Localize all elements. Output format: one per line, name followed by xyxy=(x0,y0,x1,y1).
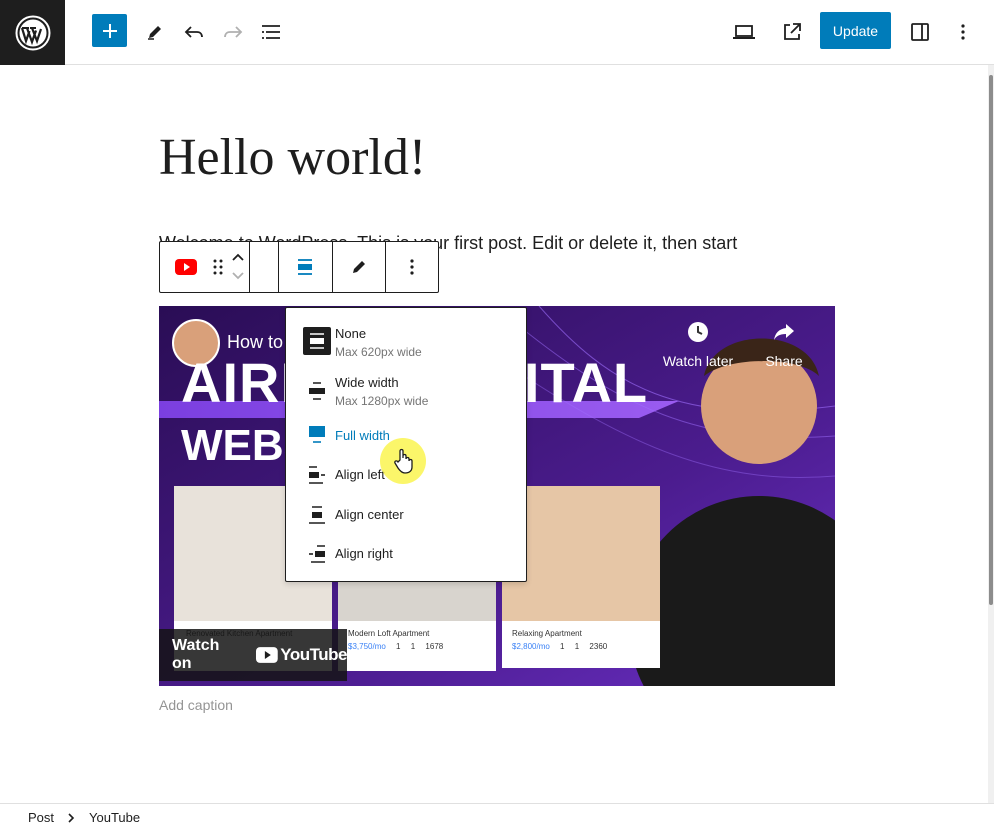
align-option-label: None xyxy=(335,326,367,341)
redo-icon xyxy=(224,26,243,38)
drag-handle[interactable] xyxy=(213,258,223,281)
listing-baths: 1 xyxy=(574,642,580,651)
hand-cursor-icon xyxy=(394,448,413,474)
chevron-down-icon xyxy=(232,272,244,280)
listing-price: $2,800/mo xyxy=(512,642,550,651)
align-left-icon xyxy=(309,466,325,484)
sidebar-icon xyxy=(911,23,929,41)
align-option-none[interactable]: None Max 620px wide xyxy=(286,326,526,366)
desktop-icon xyxy=(733,25,755,39)
watch-later-label: Watch later xyxy=(662,353,734,369)
align-wide-icon xyxy=(309,382,325,400)
settings-sidebar-button[interactable] xyxy=(902,14,938,50)
view-post-button[interactable] xyxy=(774,14,810,50)
edit-url-button[interactable] xyxy=(333,242,387,292)
block-breadcrumb-bar: Post YouTube xyxy=(0,803,994,831)
align-option-label: Wide width xyxy=(335,375,399,390)
undo-icon xyxy=(184,26,203,38)
align-option-label: Align center xyxy=(335,507,404,522)
plus-icon xyxy=(102,23,117,38)
update-button[interactable]: Update xyxy=(820,12,891,49)
align-button[interactable] xyxy=(279,242,333,292)
align-option-center[interactable]: Align center xyxy=(286,504,526,532)
align-full-icon xyxy=(309,426,325,443)
align-option-description: Max 1280px wide xyxy=(335,394,429,408)
canvas-scrollbar-thumb[interactable] xyxy=(989,75,993,605)
align-center-icon xyxy=(309,506,325,524)
watch-on-youtube-button[interactable]: Watch on YouTube xyxy=(159,629,347,681)
move-down-button[interactable] xyxy=(230,269,246,288)
redo-button[interactable] xyxy=(215,14,251,50)
youtube-icon xyxy=(175,259,197,275)
tools-button[interactable] xyxy=(137,14,173,50)
wordpress-logo-button[interactable] xyxy=(0,0,65,65)
listing-meta: $2,800/mo 1 1 2360 xyxy=(502,640,660,653)
align-option-label: Full width xyxy=(335,428,390,443)
listing-meta: $3,750/mo 1 1 1678 xyxy=(338,640,496,653)
drag-handle-icon xyxy=(213,259,223,275)
move-buttons xyxy=(230,250,246,288)
list-view-icon xyxy=(262,25,280,39)
pencil-icon xyxy=(353,261,366,273)
pencil-icon xyxy=(148,26,161,40)
listing-name: Modern Loft Apartment xyxy=(348,629,430,638)
options-menu-button[interactable] xyxy=(945,14,981,50)
post-title[interactable]: Hello world! xyxy=(159,128,426,187)
more-vertical-icon xyxy=(410,259,414,275)
block-toolbar xyxy=(159,241,439,293)
listing-name: Relaxing Apartment xyxy=(512,629,582,638)
external-link-icon xyxy=(784,23,801,40)
document-overview-button[interactable] xyxy=(254,14,290,50)
align-option-label: Align left xyxy=(335,467,385,482)
breadcrumb-current-block[interactable]: YouTube xyxy=(89,810,140,825)
spacer xyxy=(250,242,280,292)
watch-on-label: Watch on xyxy=(172,637,220,672)
watch-later-button[interactable]: Watch later xyxy=(659,320,737,369)
align-option-wide[interactable]: Wide width Max 1280px wide xyxy=(286,375,526,415)
undo-button[interactable] xyxy=(176,14,212,50)
block-type-group xyxy=(160,242,251,292)
align-right-icon xyxy=(309,545,325,563)
share-button[interactable]: Share xyxy=(759,320,809,369)
align-none-icon xyxy=(303,327,331,355)
caption-field[interactable]: Add caption xyxy=(159,697,233,713)
clock-icon xyxy=(688,322,708,342)
listing-sqft: 1678 xyxy=(425,642,444,651)
share-icon xyxy=(774,324,794,340)
youtube-wordmark: YouTube xyxy=(280,645,347,664)
more-vertical-icon xyxy=(961,24,965,40)
align-option-label: Align right xyxy=(335,546,393,561)
chevron-up-icon xyxy=(232,253,244,261)
listing-beds: 1 xyxy=(560,642,565,651)
align-option-right[interactable]: Align right xyxy=(286,543,526,571)
share-label: Share xyxy=(765,353,803,369)
block-options-button[interactable] xyxy=(386,242,438,292)
editor-header: Update xyxy=(0,0,994,65)
breadcrumb-post[interactable]: Post xyxy=(28,810,54,825)
align-full-icon xyxy=(298,259,313,275)
block-type-button[interactable] xyxy=(174,258,198,281)
youtube-icon xyxy=(255,647,278,663)
listing-price: $3,750/mo xyxy=(348,642,386,651)
move-up-button[interactable] xyxy=(230,250,246,269)
listing-baths: 1 xyxy=(410,642,416,651)
align-option-description: Max 620px wide xyxy=(335,345,422,359)
wordpress-icon xyxy=(15,15,50,50)
add-block-button[interactable] xyxy=(92,14,127,47)
preview-button[interactable] xyxy=(726,14,762,50)
listing-sqft: 2360 xyxy=(589,642,608,651)
chevron-right-icon xyxy=(68,813,75,823)
listing-beds: 1 xyxy=(396,642,401,651)
